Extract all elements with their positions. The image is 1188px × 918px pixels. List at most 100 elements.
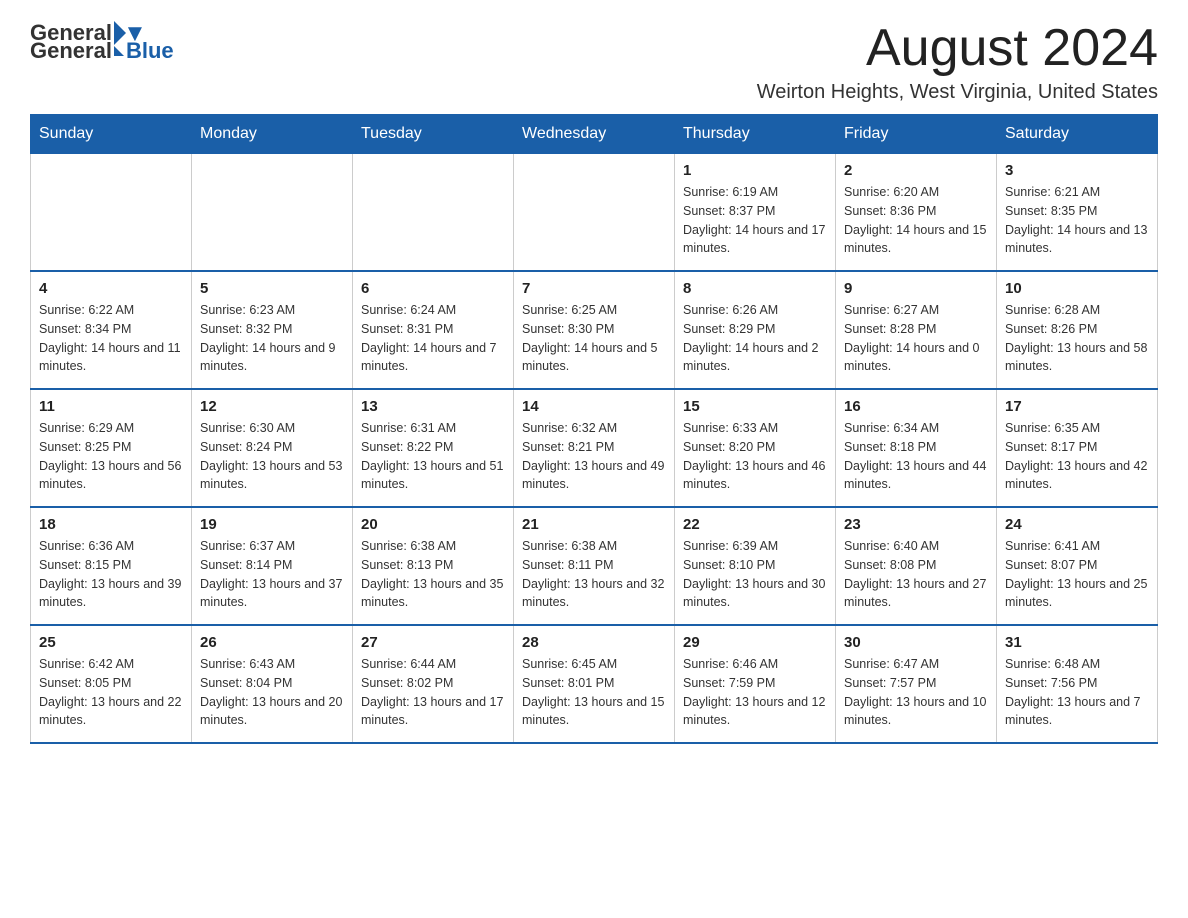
table-row: 22 Sunrise: 6:39 AM Sunset: 8:10 PM Dayli… <box>675 507 836 625</box>
table-row: 6Sunrise: 6:24 AM Sunset: 8:31 PM Daylig… <box>353 271 514 389</box>
day-number: 7 <box>522 280 666 297</box>
day-number: 21 <box>522 516 666 533</box>
day-number: 28 <box>522 634 666 651</box>
table-row: 10 Sunrise: 6:28 AM Sunset: 8:26 PM Dayli… <box>997 271 1158 389</box>
col-saturday: Saturday <box>997 115 1158 154</box>
day-number: 14 <box>522 398 666 415</box>
table-row: 30Sunrise: 6:47 AM Sunset: 7:57 PM Dayli… <box>836 625 997 743</box>
day-number: 10 <box>1005 280 1149 297</box>
day-info: Sunrise: 6:25 AM Sunset: 8:30 PM Dayligh… <box>522 301 666 376</box>
day-info: Sunrise: 6:29 AM Sunset: 8:25 PM Dayligh… <box>39 419 183 494</box>
header: General General Blue August 2024 Weirton… <box>30 20 1158 104</box>
table-row: 2 Sunrise: 6:20 AM Sunset: 8:36 PM Daylig… <box>836 154 997 272</box>
calendar-week-row: 11 Sunrise: 6:29 AM Sunset: 8:25 PM Dayli… <box>31 389 1158 507</box>
table-row: 20 Sunrise: 6:38 AM Sunset: 8:13 PM Dayli… <box>353 507 514 625</box>
table-row: 12 Sunrise: 6:30 AM Sunset: 8:24 PM Dayli… <box>192 389 353 507</box>
day-number: 9 <box>844 280 988 297</box>
day-number: 19 <box>200 516 344 533</box>
day-number: 8 <box>683 280 827 297</box>
table-row: 8 Sunrise: 6:26 AM Sunset: 8:29 PM Daylig… <box>675 271 836 389</box>
logo-chevron-icon <box>114 46 124 56</box>
title-area: August 2024 Weirton Heights, West Virgin… <box>757 20 1158 104</box>
table-row: 3Sunrise: 6:21 AM Sunset: 8:35 PM Daylig… <box>997 154 1158 272</box>
day-number: 24 <box>1005 516 1149 533</box>
day-info: Sunrise: 6:31 AM Sunset: 8:22 PM Dayligh… <box>361 419 505 494</box>
day-info: Sunrise: 6:30 AM Sunset: 8:24 PM Dayligh… <box>200 419 344 494</box>
table-row: 25 Sunrise: 6:42 AM Sunset: 8:05 PM Dayli… <box>31 625 192 743</box>
day-info: Sunrise: 6:35 AM Sunset: 8:17 PM Dayligh… <box>1005 419 1149 494</box>
day-number: 29 <box>683 634 827 651</box>
day-info: Sunrise: 6:42 AM Sunset: 8:05 PM Dayligh… <box>39 655 183 730</box>
location-title: Weirton Heights, West Virginia, United S… <box>757 81 1158 104</box>
day-number: 4 <box>39 280 183 297</box>
day-number: 1 <box>683 162 827 179</box>
day-info: Sunrise: 6:21 AM Sunset: 8:35 PM Dayligh… <box>1005 183 1149 258</box>
day-info: Sunrise: 6:45 AM Sunset: 8:01 PM Dayligh… <box>522 655 666 730</box>
table-row: 9 Sunrise: 6:27 AM Sunset: 8:28 PM Daylig… <box>836 271 997 389</box>
day-number: 27 <box>361 634 505 651</box>
day-info: Sunrise: 6:39 AM Sunset: 8:10 PM Dayligh… <box>683 537 827 612</box>
calendar-week-row: 4 Sunrise: 6:22 AM Sunset: 8:34 PM Daylig… <box>31 271 1158 389</box>
day-info: Sunrise: 6:28 AM Sunset: 8:26 PM Dayligh… <box>1005 301 1149 376</box>
col-sunday: Sunday <box>31 115 192 154</box>
day-number: 18 <box>39 516 183 533</box>
day-info: Sunrise: 6:26 AM Sunset: 8:29 PM Dayligh… <box>683 301 827 376</box>
day-number: 13 <box>361 398 505 415</box>
logo-general-text2: General <box>30 38 112 64</box>
day-info: Sunrise: 6:43 AM Sunset: 8:04 PM Dayligh… <box>200 655 344 730</box>
day-info: Sunrise: 6:44 AM Sunset: 8:02 PM Dayligh… <box>361 655 505 730</box>
calendar-table: Sunday Monday Tuesday Wednesday Thursday… <box>30 114 1158 744</box>
table-row: 26 Sunrise: 6:43 AM Sunset: 8:04 PM Dayli… <box>192 625 353 743</box>
table-row: 7 Sunrise: 6:25 AM Sunset: 8:30 PM Daylig… <box>514 271 675 389</box>
day-number: 5 <box>200 280 344 297</box>
table-row: 27 Sunrise: 6:44 AM Sunset: 8:02 PM Dayli… <box>353 625 514 743</box>
table-row: 19Sunrise: 6:37 AM Sunset: 8:14 PM Dayli… <box>192 507 353 625</box>
calendar-week-row: 25 Sunrise: 6:42 AM Sunset: 8:05 PM Dayli… <box>31 625 1158 743</box>
logo-blue-text: Blue <box>126 38 174 64</box>
table-row <box>31 154 192 272</box>
table-row: 31Sunrise: 6:48 AM Sunset: 7:56 PM Dayli… <box>997 625 1158 743</box>
day-number: 6 <box>361 280 505 297</box>
day-number: 16 <box>844 398 988 415</box>
table-row <box>353 154 514 272</box>
day-info: Sunrise: 6:41 AM Sunset: 8:07 PM Dayligh… <box>1005 537 1149 612</box>
table-row <box>514 154 675 272</box>
day-info: Sunrise: 6:22 AM Sunset: 8:34 PM Dayligh… <box>39 301 183 376</box>
day-number: 20 <box>361 516 505 533</box>
col-monday: Monday <box>192 115 353 154</box>
day-info: Sunrise: 6:32 AM Sunset: 8:21 PM Dayligh… <box>522 419 666 494</box>
day-info: Sunrise: 6:20 AM Sunset: 8:36 PM Dayligh… <box>844 183 988 258</box>
day-info: Sunrise: 6:33 AM Sunset: 8:20 PM Dayligh… <box>683 419 827 494</box>
day-info: Sunrise: 6:46 AM Sunset: 7:59 PM Dayligh… <box>683 655 827 730</box>
logo: General General Blue <box>30 20 174 64</box>
table-row: 17 Sunrise: 6:35 AM Sunset: 8:17 PM Dayli… <box>997 389 1158 507</box>
table-row: 14 Sunrise: 6:32 AM Sunset: 8:21 PM Dayli… <box>514 389 675 507</box>
day-info: Sunrise: 6:27 AM Sunset: 8:28 PM Dayligh… <box>844 301 988 376</box>
month-title: August 2024 <box>757 20 1158 77</box>
table-row: 18Sunrise: 6:36 AM Sunset: 8:15 PM Dayli… <box>31 507 192 625</box>
day-info: Sunrise: 6:38 AM Sunset: 8:13 PM Dayligh… <box>361 537 505 612</box>
calendar-week-row: 18Sunrise: 6:36 AM Sunset: 8:15 PM Dayli… <box>31 507 1158 625</box>
table-row: 16Sunrise: 6:34 AM Sunset: 8:18 PM Dayli… <box>836 389 997 507</box>
day-number: 23 <box>844 516 988 533</box>
day-number: 30 <box>844 634 988 651</box>
col-thursday: Thursday <box>675 115 836 154</box>
day-info: Sunrise: 6:19 AM Sunset: 8:37 PM Dayligh… <box>683 183 827 258</box>
day-number: 15 <box>683 398 827 415</box>
table-row: 5 Sunrise: 6:23 AM Sunset: 8:32 PM Daylig… <box>192 271 353 389</box>
table-row: 21 Sunrise: 6:38 AM Sunset: 8:11 PM Dayli… <box>514 507 675 625</box>
day-info: Sunrise: 6:23 AM Sunset: 8:32 PM Dayligh… <box>200 301 344 376</box>
day-info: Sunrise: 6:38 AM Sunset: 8:11 PM Dayligh… <box>522 537 666 612</box>
day-number: 25 <box>39 634 183 651</box>
day-number: 11 <box>39 398 183 415</box>
day-info: Sunrise: 6:48 AM Sunset: 7:56 PM Dayligh… <box>1005 655 1149 730</box>
day-number: 22 <box>683 516 827 533</box>
table-row: 11 Sunrise: 6:29 AM Sunset: 8:25 PM Dayli… <box>31 389 192 507</box>
day-number: 26 <box>200 634 344 651</box>
col-friday: Friday <box>836 115 997 154</box>
day-number: 17 <box>1005 398 1149 415</box>
table-row: 28 Sunrise: 6:45 AM Sunset: 8:01 PM Dayli… <box>514 625 675 743</box>
day-number: 12 <box>200 398 344 415</box>
table-row: 29 Sunrise: 6:46 AM Sunset: 7:59 PM Dayli… <box>675 625 836 743</box>
day-number: 2 <box>844 162 988 179</box>
